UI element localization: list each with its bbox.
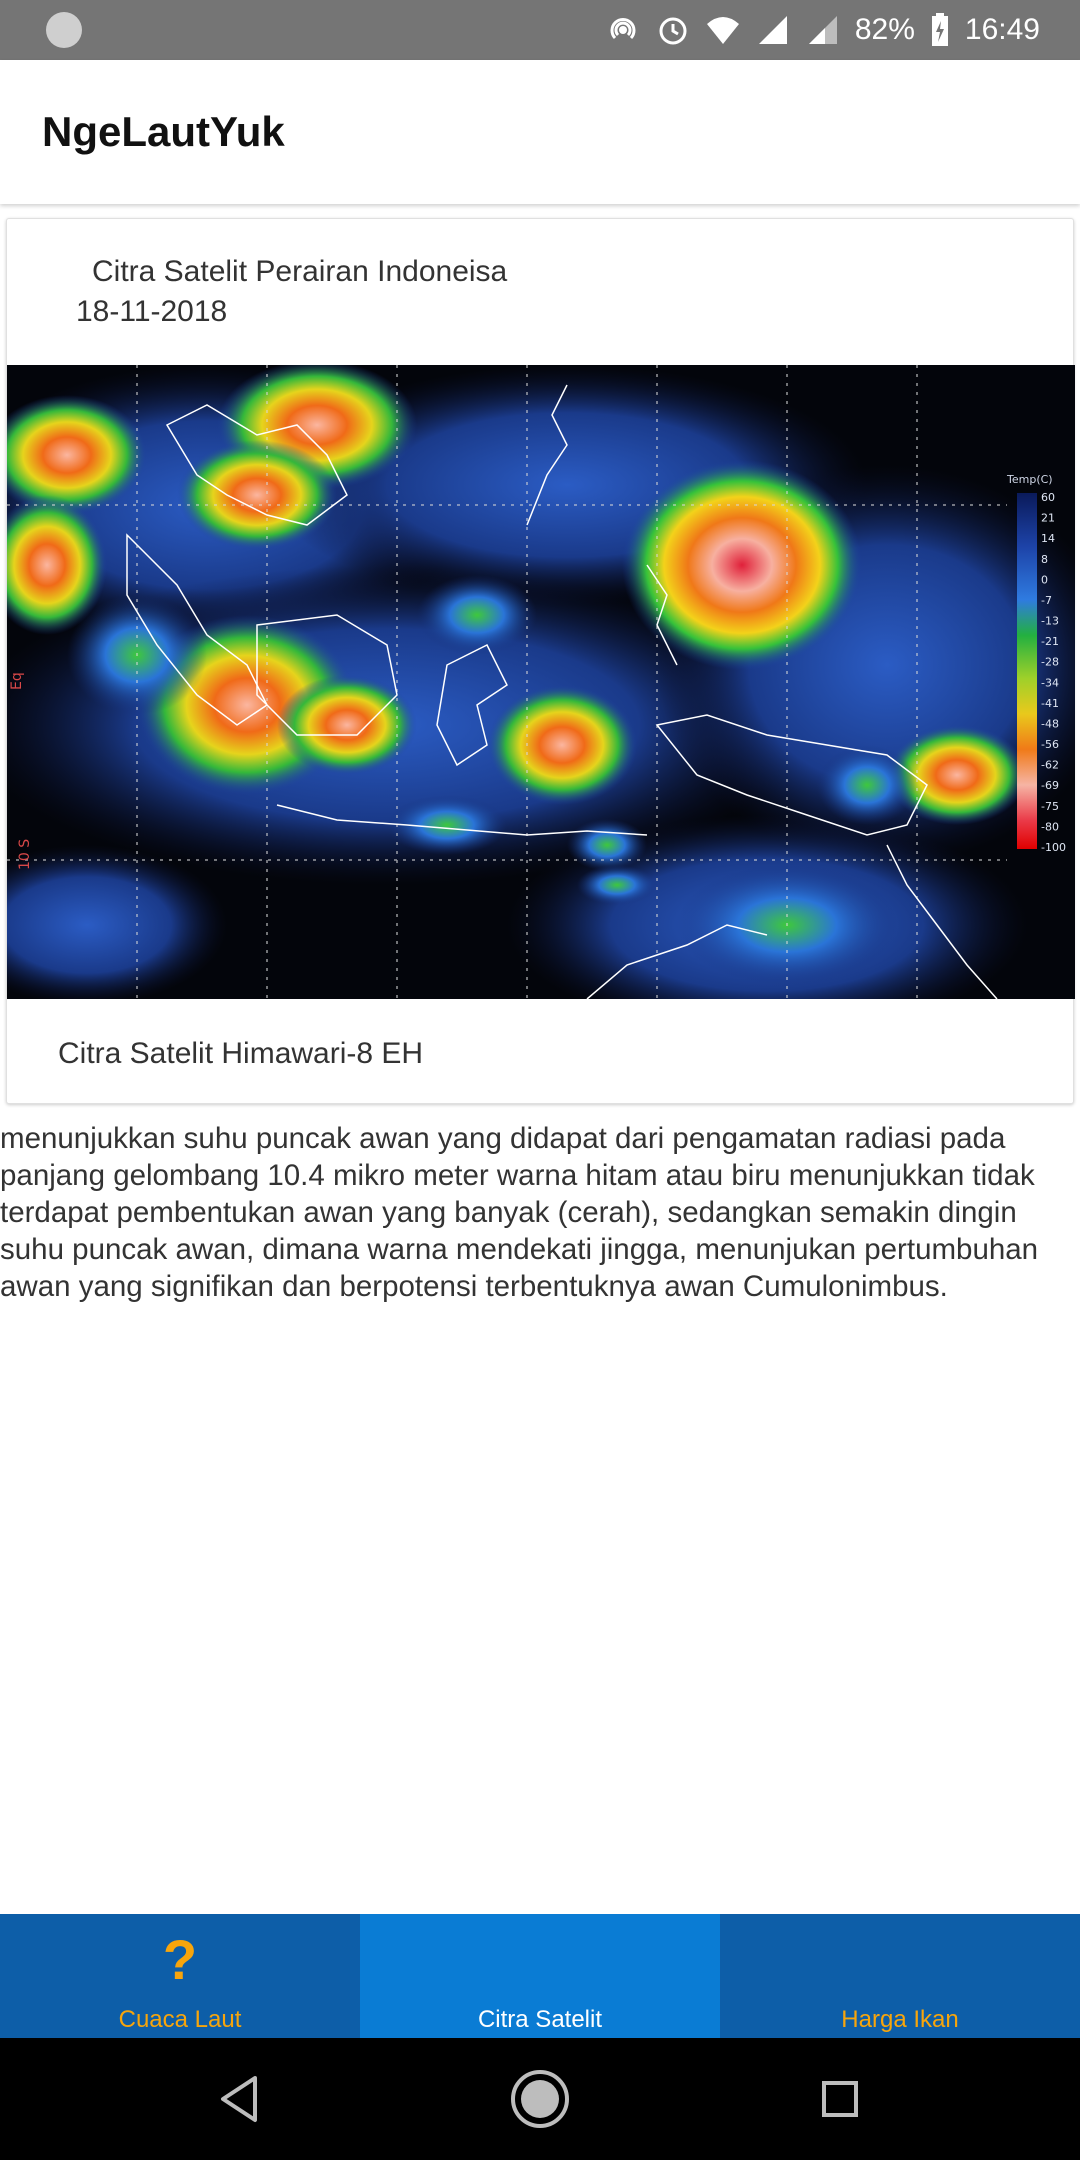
app-title: NgeLautYuk [42,108,285,155]
image-caption: Citra Satelit Himawari-8 EH [58,1037,424,1070]
signal-icon [755,12,791,48]
nav-citra-satelit[interactable]: Citra Satelit [360,1914,720,2038]
legend-tick-label: -100 [1041,841,1066,854]
clock: 16:49 [964,13,1040,46]
battery-percent: 82% [854,13,915,46]
description-text: menunjukkan suhu puncak awan yang didapa… [0,1122,1039,1303]
nav-label-citra-satelit: Citra Satelit [477,2006,603,2033]
status-bar: 82% 16:49 [0,0,1080,60]
card-heading: Citra Satelit Perairan Indoneisa [92,255,508,288]
legend-tick-label: -80 [1041,820,1059,833]
question-icon: ? [162,1928,198,1991]
nav-cuaca-laut[interactable]: ? Cuaca Laut [0,1914,360,2038]
status-icons: 82% 16:49 [605,0,1040,60]
legend-title: Temp(C) [1006,473,1053,486]
legend-tick-label: -48 [1041,717,1059,730]
back-icon[interactable] [205,2064,275,2134]
system-navigation-bar [0,2038,1080,2160]
card-date: 18-11-2018 [76,295,228,328]
home-icon[interactable] [505,2064,575,2134]
nav-label-cuaca-laut: Cuaca Laut [118,2006,242,2033]
alarm-icon [655,12,691,48]
app-bar: NgeLautYuk [0,60,1080,204]
legend-tick-label: -41 [1041,697,1059,710]
hotspot-icon [605,12,641,48]
legend-tick-label: -62 [1041,759,1059,772]
legend-tick-label: 0 [1041,573,1048,586]
legend-tick-label: -28 [1041,656,1059,669]
lat-10s-label: 10 S [17,839,33,870]
eq-label: Eq [9,672,25,690]
legend-tick-label: 8 [1041,553,1048,566]
legend-tick-label: -13 [1041,615,1059,628]
legend-tick-label: 60 [1041,491,1055,504]
battery-charging-icon [929,12,951,48]
legend-tick-label: -56 [1041,738,1059,751]
legend-tick-label: -34 [1041,676,1059,689]
legend-tick-label: -69 [1041,779,1059,792]
app-notification-icon [46,12,82,48]
legend-tick-label: 21 [1041,512,1055,525]
recents-icon[interactable] [805,2064,875,2134]
legend-tick-label: -7 [1041,594,1052,607]
legend-tick-label: -21 [1041,635,1059,648]
nav-label-harga-ikan: Harga Ikan [841,2006,959,2033]
bottom-navigation: ? Cuaca Laut Citra Satelit Harga Ikan [0,1914,1080,2038]
wifi-icon [705,12,741,48]
nav-harga-ikan[interactable]: Harga Ikan [720,1914,1080,2038]
legend-tick-label: 14 [1041,532,1055,545]
satellite-image[interactable]: Eq 10 S Temp(C) 60 21 14 8 0 -7 -13 -21 -28 -34 -4… [7,365,1075,999]
satellite-card: Citra Satelit Perairan Indoneisa 18-11-2… [6,218,1075,1104]
signal-2-icon [805,12,841,48]
legend-tick-label: -75 [1041,800,1059,813]
satellite-map-graphic: Eq 10 S Temp(C) 60 21 14 8 0 -7 -13 -21 -28 -34 -4… [7,365,1075,999]
